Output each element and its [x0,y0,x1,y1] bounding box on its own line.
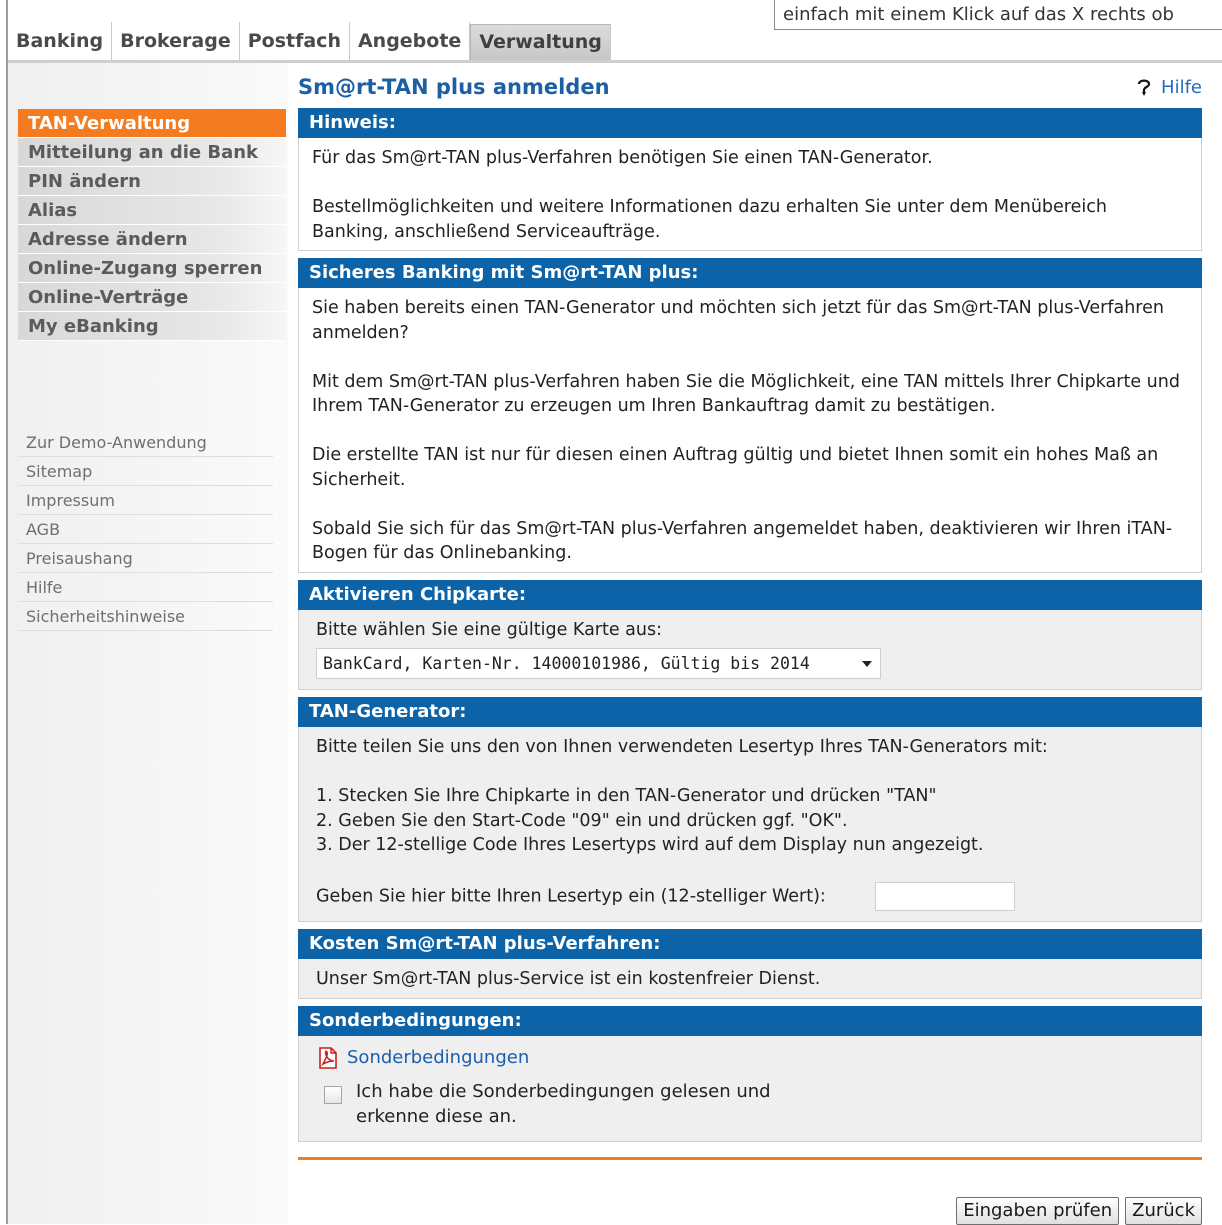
link-demo[interactable]: Zur Demo-Anwendung [18,428,273,457]
card-select-value: BankCard, Karten-Nr. 14000101986, Gültig… [323,654,810,673]
sicheres-text-2: Mit dem Sm@rt-TAN plus-Verfahren haben S… [312,371,1180,417]
link-sicherheitshinweise[interactable]: Sicherheitshinweise [18,602,273,631]
section-generator-body: Bitte teilen Sie uns den von Ihnen verwe… [298,727,1202,922]
card-select[interactable]: BankCard, Karten-Nr. 14000101986, Gültig… [316,648,881,679]
page-title: Sm@rt-TAN plus anmelden [298,75,610,99]
hinweis-text-2: Bestellmöglichkeiten und weitere Informa… [312,197,1107,242]
help-question-icon [1137,79,1151,96]
sidebar-item-mitteilung[interactable]: Mitteilung an die Bank [18,138,286,167]
help-label: Hilfe [1161,76,1202,98]
info-ticker: einfach mit einem Klick auf das X rechts… [774,0,1222,30]
section-hinweis-body: Für das Sm@rt-TAN plus-Verfahren benötig… [298,138,1202,251]
sidebar-links: Zur Demo-Anwendung Sitemap Impressum AGB… [18,428,273,631]
link-impressum[interactable]: Impressum [18,486,273,515]
accept-row: Ich habe die Sonderbedingungen gelesen u… [316,1080,1188,1129]
main-content: Sm@rt-TAN plus anmelden Hilfe Hinweis: F… [298,70,1202,1160]
check-input-button[interactable]: Eingaben prüfen [956,1197,1120,1225]
section-generator-header: TAN-Generator: [298,697,1202,727]
sicheres-text-3: Die erstellte TAN ist nur für diesen ein… [312,445,1159,490]
link-hilfe[interactable]: Hilfe [18,573,273,602]
generator-step-1: 1. Stecken Sie Ihre Chipkarte in den TAN… [316,786,937,806]
generator-steps: 1. Stecken Sie Ihre Chipkarte in den TAN… [316,784,1188,858]
sidebar-item-zugang-sperren[interactable]: Online-Zugang sperren [18,254,286,283]
hinweis-text-1: Für das Sm@rt-TAN plus-Verfahren benötig… [312,148,933,168]
lesertyp-input[interactable] [875,882,1016,911]
generator-step-3: 3. Der 12-stellige Code Ihres Lesertyps … [316,835,984,855]
accept-checkbox[interactable] [324,1086,342,1104]
sidebar-item-adresse-aendern[interactable]: Adresse ändern [18,225,286,254]
tab-angebote[interactable]: Angebote [349,22,471,60]
sidebar-item-tan-verwaltung[interactable]: TAN-Verwaltung [18,109,286,138]
section-kosten-header: Kosten Sm@rt-TAN plus-Verfahren: [298,929,1202,959]
sidebar-item-alias[interactable]: Alias [18,196,286,225]
link-preisaushang[interactable]: Preisaushang [18,544,273,573]
sidebar-nav: TAN-Verwaltung Mitteilung an die Bank PI… [18,109,286,341]
tab-verwaltung[interactable]: Verwaltung [470,24,611,60]
pdf-icon [319,1046,337,1069]
section-sonder-header: Sonderbedingungen: [298,1005,1202,1036]
tab-banking[interactable]: Banking [8,22,113,60]
tab-brokerage[interactable]: Brokerage [112,22,240,60]
link-sitemap[interactable]: Sitemap [18,457,273,486]
sonderbedingungen-link[interactable]: Sonderbedingungen [347,1046,529,1071]
top-navigation: Banking Brokerage Postfach Angebote Verw… [8,22,611,60]
sidebar: TAN-Verwaltung Mitteilung an die Bank PI… [8,63,288,1224]
sicheres-text-4: Sobald Sie sich für das Sm@rt-TAN plus-V… [312,518,1173,564]
footer-divider [298,1157,1202,1160]
section-sicheres-header: Sicheres Banking mit Sm@rt-TAN plus: [298,258,1202,288]
sidebar-item-online-vertraege[interactable]: Online-Verträge [18,283,286,312]
section-chipkarte-body: Bitte wählen Sie eine gültige Karte aus:… [298,609,1202,690]
accept-label: Ich habe die Sonderbedingungen gelesen u… [356,1081,771,1127]
lesertyp-label: Geben Sie hier bitte Ihren Lesertyp ein … [316,886,826,907]
generator-step-2: 2. Geben Sie den Start-Code "09" ein und… [316,810,848,831]
sidebar-item-pin-aendern[interactable]: PIN ändern [18,167,286,196]
dropdown-arrow-icon [862,661,872,667]
lesertyp-row: Geben Sie hier bitte Ihren Lesertyp ein … [316,882,1188,911]
section-chipkarte-header: Aktivieren Chipkarte: [298,579,1202,610]
sicheres-text-1: Sie haben bereits einen TAN-Generator un… [312,298,1164,343]
sonder-link-row: Sonderbedingungen [316,1046,1188,1071]
section-sonder-body: Sonderbedingungen Ich habe die Sonderbed… [298,1035,1202,1142]
generator-intro: Bitte teilen Sie uns den von Ihnen verwe… [316,737,1048,757]
section-sicheres-body: Sie haben bereits einen TAN-Generator un… [298,288,1202,573]
section-hinweis-header: Hinweis: [298,108,1202,138]
section-kosten-body: Unser Sm@rt-TAN plus-Service ist ein kos… [298,959,1202,999]
page-header: Sm@rt-TAN plus anmelden Hilfe [298,70,1202,108]
link-agb[interactable]: AGB [18,515,273,544]
sidebar-item-my-ebanking[interactable]: My eBanking [18,312,286,341]
form-actions: Eingaben prüfen Zurück [956,1197,1202,1225]
back-button[interactable]: Zurück [1125,1197,1202,1225]
chipkarte-prompt: Bitte wählen Sie eine gültige Karte aus: [316,619,663,640]
tab-postfach[interactable]: Postfach [239,22,350,60]
kosten-text: Unser Sm@rt-TAN plus-Service ist ein kos… [316,969,821,989]
help-link[interactable]: Hilfe [1133,76,1202,98]
